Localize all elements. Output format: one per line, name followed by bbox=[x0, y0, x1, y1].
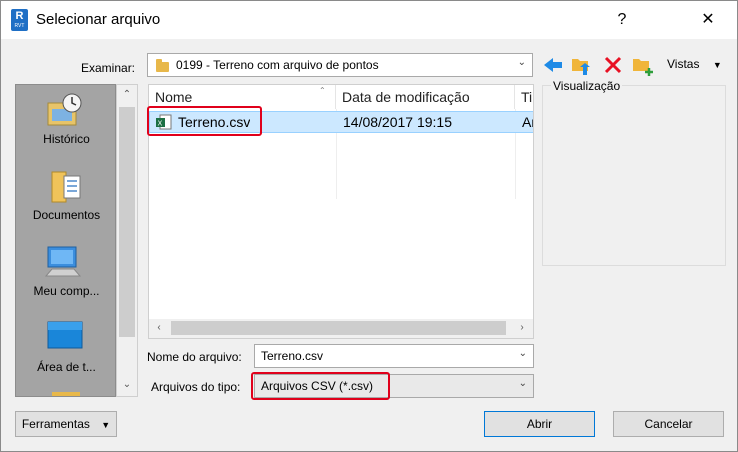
file-type-label: Arquivos do tipo: bbox=[151, 380, 241, 394]
chevron-down-icon: ⌄ bbox=[517, 57, 526, 68]
help-button[interactable]: ? bbox=[599, 1, 645, 39]
history-icon bbox=[47, 93, 82, 126]
place-computer[interactable]: Meu comp... bbox=[16, 237, 115, 312]
look-in-label: Examinar: bbox=[81, 61, 136, 75]
folder-icon bbox=[52, 392, 80, 396]
annotation-highlight-type bbox=[251, 372, 390, 400]
back-arrow-icon bbox=[544, 58, 562, 72]
chevron-down-icon[interactable]: ⌄ bbox=[519, 348, 527, 359]
up-folder-icon bbox=[572, 59, 590, 75]
place-desktop[interactable]: Área de t... bbox=[16, 312, 115, 387]
horizontal-scrollbar[interactable]: ‹ › bbox=[149, 319, 533, 338]
revit-app-icon: R RVT bbox=[11, 9, 28, 31]
folder-icon bbox=[156, 59, 169, 72]
column-header-type[interactable]: Ti bbox=[515, 85, 533, 109]
scroll-thumb[interactable] bbox=[119, 107, 135, 337]
title-bar: R RVT Selecionar arquivo ? ✕ bbox=[1, 1, 737, 39]
look-in-dropdown[interactable]: 0199 - Terreno com arquivo de pontos ⌄ bbox=[147, 53, 533, 77]
place-documents[interactable]: Documentos bbox=[16, 162, 115, 237]
delete-button[interactable] bbox=[601, 53, 625, 77]
open-button[interactable]: Abrir bbox=[484, 411, 595, 437]
place-history[interactable]: Histórico bbox=[16, 87, 115, 162]
file-type-cell: Ar bbox=[522, 114, 533, 130]
back-button[interactable] bbox=[541, 53, 565, 77]
new-folder-icon bbox=[633, 59, 653, 76]
computer-icon bbox=[44, 246, 82, 277]
app-icon-sub: RVT bbox=[14, 23, 25, 29]
views-label: Vistas bbox=[667, 57, 700, 71]
close-icon: ✕ bbox=[701, 11, 715, 28]
place-label: Meu comp... bbox=[33, 284, 100, 298]
scroll-down-icon[interactable]: ⌄ bbox=[118, 376, 136, 394]
scroll-up-icon[interactable]: ⌃ bbox=[118, 86, 136, 104]
tools-label: Ferramentas bbox=[21, 417, 90, 431]
scroll-left-icon[interactable]: ‹ bbox=[150, 319, 168, 337]
file-modified-cell: 14/08/2017 19:15 bbox=[343, 114, 452, 130]
cancel-label: Cancelar bbox=[644, 417, 693, 431]
caret-down-icon: ▼ bbox=[101, 420, 111, 430]
close-button[interactable]: ✕ bbox=[685, 1, 731, 39]
preview-label: Visualização bbox=[551, 79, 623, 93]
new-folder-button[interactable] bbox=[631, 53, 655, 77]
open-label: Abrir bbox=[526, 417, 553, 431]
preview-panel bbox=[542, 85, 726, 266]
app-icon-letter: R bbox=[15, 10, 24, 22]
places-bar: Histórico Documentos Meu comp... Área de… bbox=[15, 84, 116, 397]
place-label: Documentos bbox=[32, 208, 101, 222]
views-menu-button[interactable]: Vistas ▼ bbox=[667, 57, 722, 71]
place-label: Área de t... bbox=[37, 360, 96, 374]
file-name-label: Nome do arquivo: bbox=[147, 350, 242, 364]
desktop-icon bbox=[47, 321, 83, 349]
chevron-down-icon: ⌄ bbox=[518, 378, 527, 389]
place-label: Histórico bbox=[43, 132, 90, 146]
delete-x-icon bbox=[604, 56, 622, 74]
window-title: Selecionar arquivo bbox=[36, 11, 161, 28]
column-header-modified[interactable]: Data de modificação bbox=[336, 85, 515, 109]
tools-button[interactable]: Ferramentas ▼ bbox=[15, 411, 117, 437]
caret-down-icon: ▼ bbox=[712, 60, 722, 70]
up-folder-button[interactable] bbox=[569, 53, 593, 77]
scroll-right-icon[interactable]: › bbox=[513, 319, 531, 337]
cancel-button[interactable]: Cancelar bbox=[613, 411, 724, 437]
help-icon: ? bbox=[617, 11, 627, 28]
sort-indicator-icon: ⌃ bbox=[319, 86, 326, 95]
look-in-value: 0199 - Terreno com arquivo de pontos bbox=[176, 58, 379, 72]
file-name-value: Terreno.csv bbox=[261, 349, 324, 363]
places-scrollbar[interactable]: ⌃ ⌄ bbox=[116, 84, 138, 397]
file-open-dialog: R RVT Selecionar arquivo ? ✕ Examinar: 0… bbox=[0, 0, 738, 452]
scroll-thumb[interactable] bbox=[171, 321, 506, 335]
documents-icon bbox=[51, 171, 81, 203]
file-name-input[interactable]: Terreno.csv ⌄ bbox=[254, 344, 534, 368]
annotation-highlight-file bbox=[147, 106, 262, 136]
